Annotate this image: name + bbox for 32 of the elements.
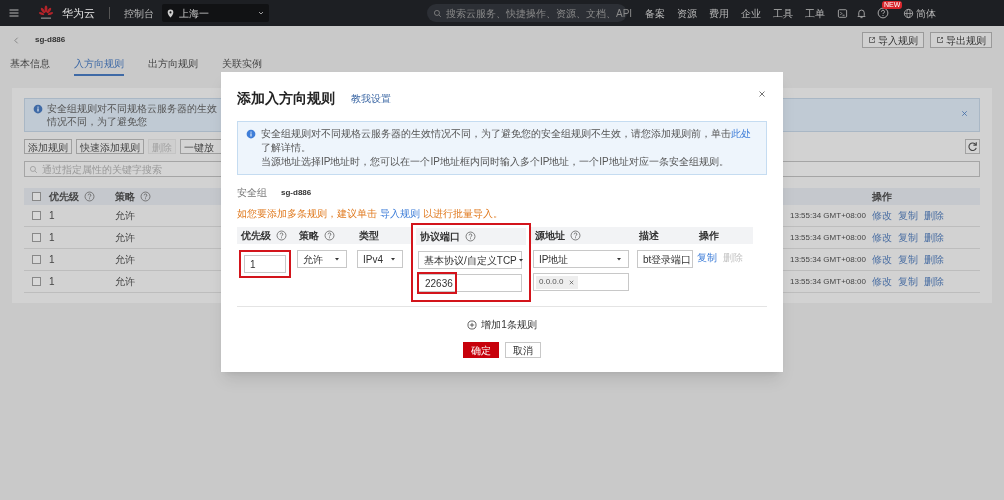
column-header: 优先级 [49,190,79,204]
column-header: 源地址 [535,229,565,243]
column-header: 操作 [699,229,719,243]
brand-name: 华为云 [62,5,95,21]
table-cell-text: 13:55:34 GMT+08:00 [790,231,867,244]
table-cell-text: 1 [49,275,56,289]
hint-text: 如您要添加多条规则，建议单击 导入规则 以进行批量导入。 [237,207,504,221]
table-cell-text: 13:55:34 GMT+08:00 [790,275,867,288]
dialog-title: 添加入方向规则 [237,89,335,108]
alert-text: 安全组规则对不同规格云服务器的生效情况不同，为了避免您 [47,102,218,128]
column-header: 类型 [359,229,379,243]
table-cell-text: 1 [49,209,56,223]
notice-text: 当源地址选择IP地址时，您可以在一个IP地址框内同时输入多个IP地址，一个IP地址对应一条安全组规则。 [261,155,730,169]
table-cell-text: 1 [49,253,56,267]
table-cell-text: 允许 [115,231,136,245]
table-cell-text: 13:55:34 GMT+08:00 [790,253,867,266]
table-cell-text: 允许 [115,275,136,289]
column-header: 描述 [639,229,659,243]
column-header: 操作 [872,190,893,204]
table-cell-text: 允许 [115,253,136,267]
table-cell-text: 1 [49,231,56,245]
column-header: 协议端口 [420,230,460,244]
field-label: 安全组 [237,186,267,200]
column-header: 优先级 [241,229,271,243]
table-cell-text: 允许 [115,209,136,223]
notice-text: 安全组规则对不同规格云服务器的生效情况不同，为了避免您的安全组规则不生效，请您添加规则前，单击此处 了解详情。 [261,127,752,155]
column-header: 策略 [299,229,319,243]
table-cell-text: 13:55:34 GMT+08:00 [790,209,867,222]
page-title: sg-d886 [35,34,66,46]
column-header: 策略 [115,190,135,204]
tag-text: 0.0.0.0 [539,276,564,288]
field-value: sg-d886 [281,186,312,199]
